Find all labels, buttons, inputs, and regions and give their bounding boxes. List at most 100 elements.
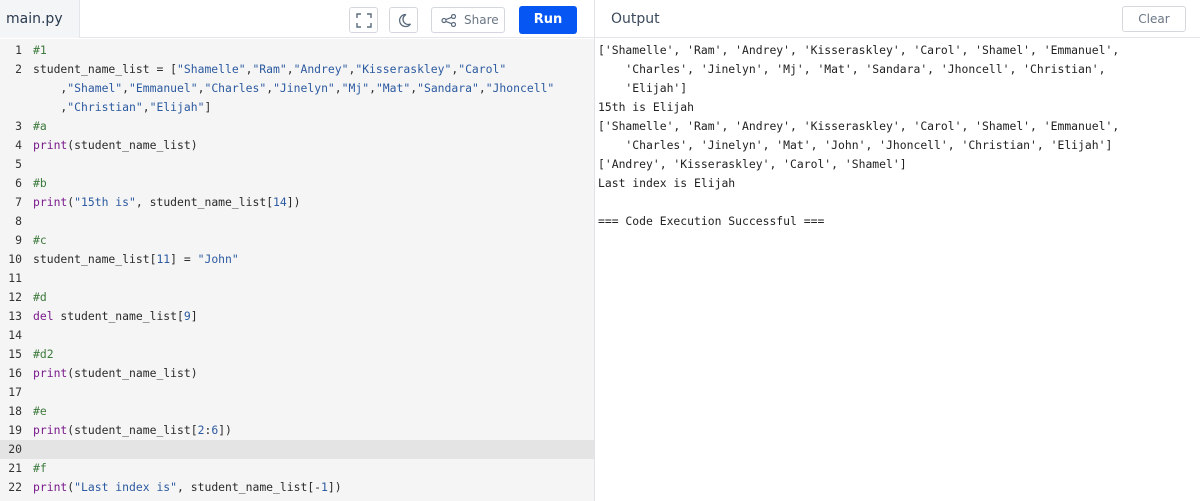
code-line[interactable]: 10 student_name_list[11] = "John" bbox=[0, 250, 594, 269]
code-token: print bbox=[33, 423, 68, 437]
line-number: 16 bbox=[8, 366, 22, 380]
code-line[interactable]: 8 bbox=[0, 212, 594, 231]
code-text: ,"Christian","Elijah"] bbox=[33, 98, 211, 117]
line-number: 20 bbox=[8, 442, 22, 456]
code-token: , bbox=[142, 100, 150, 114]
code-line[interactable]: 20 bbox=[0, 440, 594, 459]
code-token: student_name_list[ bbox=[53, 309, 184, 323]
code-line[interactable]: 22 print("Last index is", student_name_li… bbox=[0, 478, 594, 497]
code-token: student_name_list[ bbox=[33, 252, 157, 266]
code-text: print(student_name_list[2:6]) bbox=[33, 421, 232, 440]
line-number: 8 bbox=[15, 214, 22, 228]
code-line[interactable]: 4 print(student_name_list) bbox=[0, 136, 594, 155]
line-number: 7 bbox=[15, 195, 22, 209]
output-line: 'Elijah'] bbox=[598, 81, 688, 95]
code-token: "John" bbox=[197, 252, 239, 266]
code-line[interactable]: 21 #f bbox=[0, 459, 594, 478]
code-token: #e bbox=[33, 404, 47, 418]
code-text: #e bbox=[33, 402, 47, 421]
code-token: , bbox=[334, 81, 342, 95]
code-line[interactable]: 9 #c bbox=[0, 231, 594, 250]
code-token: print bbox=[33, 366, 68, 380]
line-number: 3 bbox=[15, 119, 22, 133]
code-token: del bbox=[33, 309, 54, 323]
output-line: 15th is Elijah bbox=[598, 100, 695, 114]
code-editor[interactable]: 1 #1 2 student_name_list = ["Shamelle","Ram… bbox=[0, 39, 594, 501]
code-line[interactable]: 18 #e bbox=[0, 402, 594, 421]
code-token: "Ram" bbox=[252, 62, 287, 76]
code-line[interactable]: 12 #d bbox=[0, 288, 594, 307]
code-token: "15th is" bbox=[74, 195, 136, 209]
code-token: #a bbox=[33, 119, 47, 133]
output-line: 'Charles', 'Jinelyn', 'Mj', 'Mat', 'Sand… bbox=[598, 62, 1106, 76]
code-line[interactable]: 3 #a bbox=[0, 117, 594, 136]
code-token: print bbox=[33, 195, 68, 209]
code-text: print(student_name_list) bbox=[33, 364, 198, 383]
code-token: (student_name_list[ bbox=[67, 423, 198, 437]
line-number: 6 bbox=[15, 176, 22, 190]
output-line: ['Andrey', 'Kisseraskley', 'Carol', 'Sha… bbox=[598, 157, 907, 171]
line-number: 18 bbox=[8, 404, 22, 418]
code-token: "Shamel" bbox=[67, 81, 123, 95]
fullscreen-button[interactable] bbox=[349, 7, 378, 33]
code-token: ]) bbox=[218, 423, 232, 437]
code-token: "Sandara" bbox=[417, 81, 479, 95]
code-line[interactable]: 2 student_name_list = ["Shamelle","Ram","… bbox=[0, 60, 594, 79]
line-number: 9 bbox=[15, 233, 22, 247]
code-line[interactable]: 15 #d2 bbox=[0, 345, 594, 364]
code-line[interactable]: ,"Shamel","Emmanuel","Charles","Jinelyn"… bbox=[0, 79, 594, 98]
file-tab[interactable]: main.py bbox=[0, 0, 80, 38]
line-number: 13 bbox=[8, 309, 22, 323]
code-token: #b bbox=[33, 176, 47, 190]
code-line[interactable]: 14 bbox=[0, 326, 594, 345]
code-line[interactable]: 6 #b bbox=[0, 174, 594, 193]
code-token: ] bbox=[190, 309, 198, 323]
code-text: print("Last index is", student_name_list… bbox=[33, 478, 342, 497]
code-text: #a bbox=[33, 117, 47, 136]
share-button[interactable]: Share bbox=[431, 7, 505, 33]
code-line[interactable]: 17 bbox=[0, 383, 594, 402]
line-number: 11 bbox=[8, 271, 22, 285]
code-token: 11 bbox=[156, 252, 171, 266]
code-token: "Jhoncell" bbox=[485, 81, 555, 95]
fullscreen-icon bbox=[356, 13, 372, 28]
code-line[interactable]: 1 #1 bbox=[0, 41, 594, 60]
theme-toggle-button[interactable] bbox=[389, 7, 418, 33]
code-token: 14 bbox=[273, 195, 287, 209]
code-line[interactable]: ,"Christian","Elijah"] bbox=[0, 98, 594, 117]
code-token: , student_name_list[ bbox=[135, 195, 274, 209]
code-token: ] = bbox=[170, 252, 198, 266]
code-token: , bbox=[122, 81, 130, 95]
code-text: #d bbox=[33, 288, 47, 307]
code-token: , bbox=[33, 100, 68, 114]
code-token: 9 bbox=[183, 309, 191, 323]
code-text: #c bbox=[33, 231, 47, 250]
code-token: "Emmanuel" bbox=[129, 81, 198, 95]
output-panel: ['Shamelle', 'Ram', 'Andrey', 'Kisserask… bbox=[595, 39, 1200, 501]
code-line[interactable]: 7 print("15th is", student_name_list[14]) bbox=[0, 193, 594, 212]
line-number: 14 bbox=[8, 328, 22, 342]
code-text: #1 bbox=[33, 41, 47, 60]
code-token: "Jinelyn" bbox=[273, 81, 335, 95]
code-text: #f bbox=[33, 459, 47, 478]
code-token: "Shamelle" bbox=[177, 62, 246, 76]
code-token: #f bbox=[33, 461, 47, 475]
code-token: #d bbox=[33, 290, 47, 304]
code-token: ]) bbox=[327, 480, 342, 494]
code-line[interactable]: 13 del student_name_list[9] bbox=[0, 307, 594, 326]
output-line: 'Charles', 'Jinelyn', 'Mat', 'John', 'Jh… bbox=[598, 138, 1113, 152]
code-text: #b bbox=[33, 174, 47, 193]
code-line[interactable]: 11 bbox=[0, 269, 594, 288]
run-button[interactable]: Run bbox=[519, 6, 577, 34]
clear-button[interactable]: Clear bbox=[1122, 6, 1186, 32]
code-token: "Charles" bbox=[204, 81, 267, 95]
output-title: Output bbox=[611, 11, 660, 27]
code-token: #d2 bbox=[33, 347, 54, 361]
code-line[interactable]: 5 bbox=[0, 155, 594, 174]
line-number: 5 bbox=[15, 157, 22, 171]
code-line[interactable]: 16 print(student_name_list) bbox=[0, 364, 594, 383]
code-line[interactable]: 19 print(student_name_list[2:6]) bbox=[0, 421, 594, 440]
line-number: 10 bbox=[8, 252, 22, 266]
code-token: (student_name_list) bbox=[67, 138, 198, 152]
code-token: , student_name_list[- bbox=[177, 480, 322, 494]
